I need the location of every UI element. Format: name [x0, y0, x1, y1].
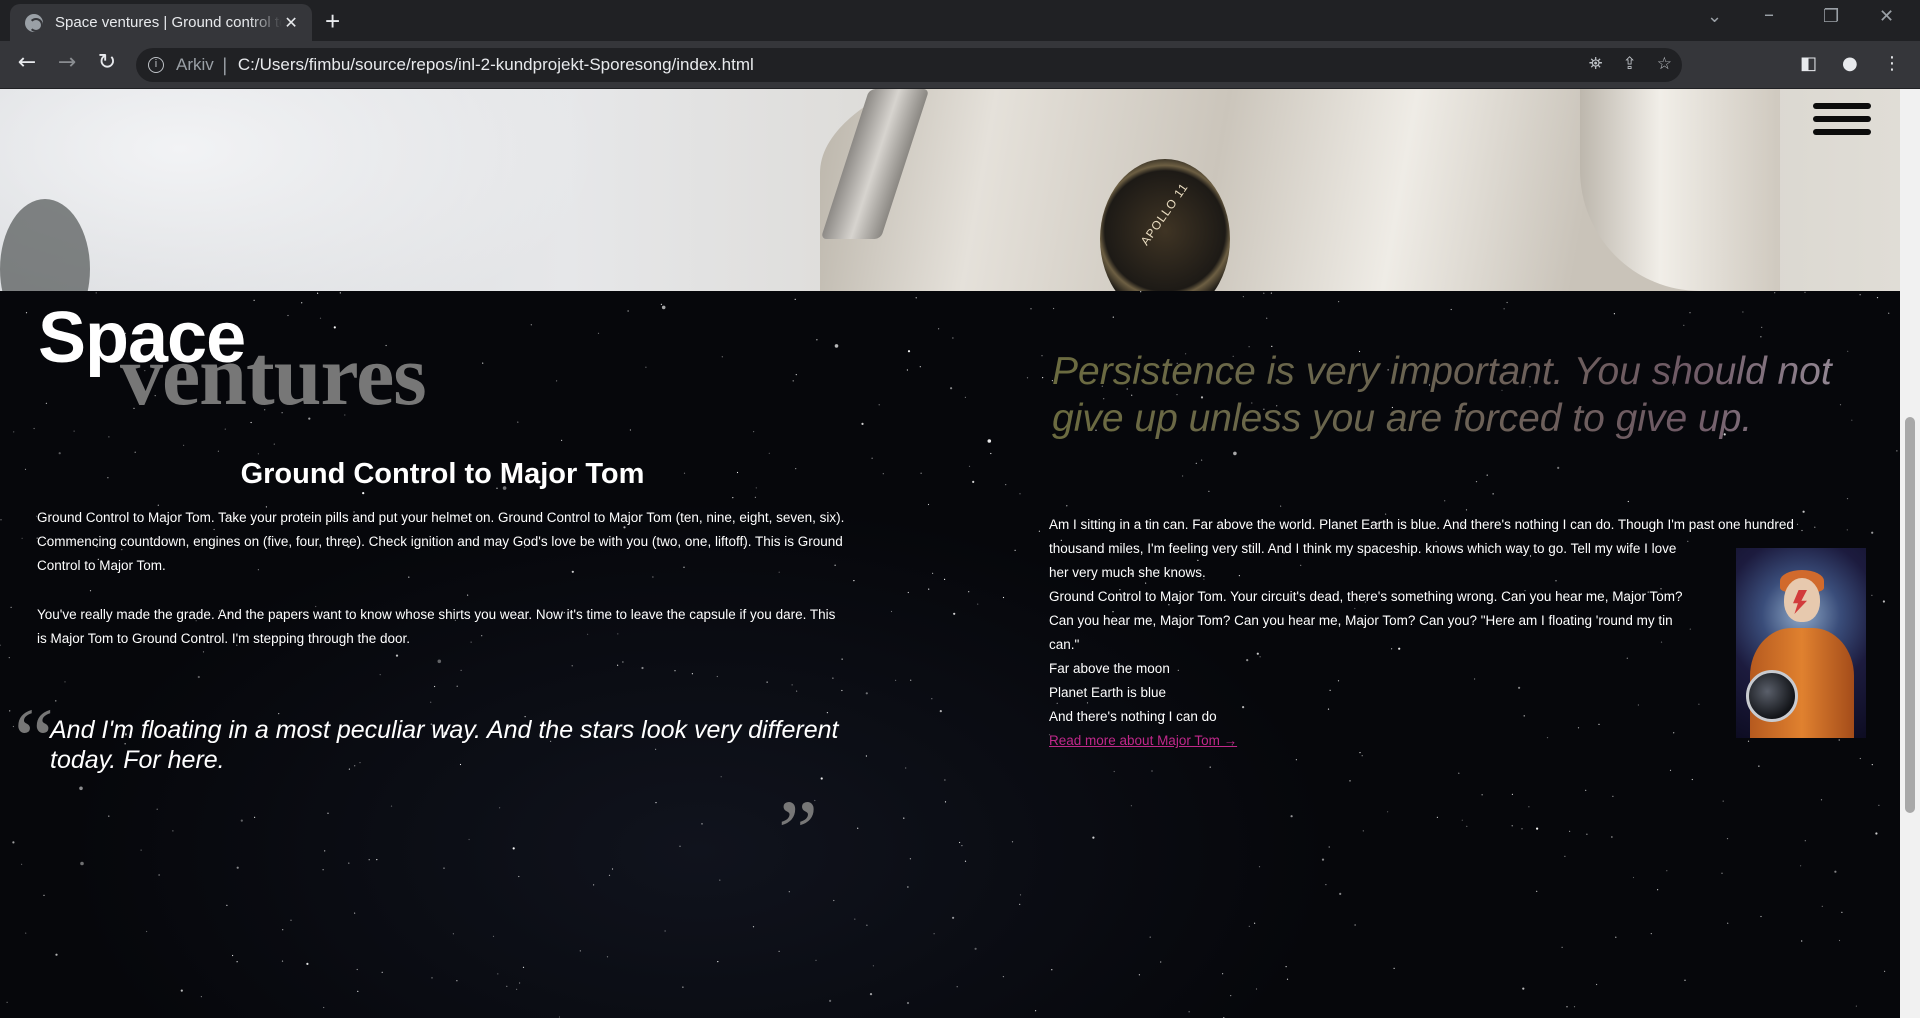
page-viewport: APOLLO 11 ventures Space Persistence is … [0, 89, 1900, 1018]
browser-tab[interactable]: Space ventures | Ground control to Major… [10, 4, 312, 41]
profile-icon[interactable]: ● [1842, 53, 1858, 74]
reload-icon[interactable]: ↻ [93, 50, 121, 75]
close-window-icon[interactable]: ✕ [1879, 6, 1894, 27]
hamburger-menu-icon[interactable] [1813, 103, 1871, 143]
address-bar[interactable]: i Arkiv | C:/Users/fimbu/source/repos/in… [136, 48, 1682, 82]
close-tab-icon[interactable]: ✕ [282, 13, 300, 32]
url-text[interactable]: C:/Users/fimbu/source/repos/inl-2-kundpr… [238, 55, 754, 75]
tab-title: Space ventures | Ground control to Major… [55, 14, 282, 31]
starfield-section: ventures Space Persistence is very impor… [0, 291, 1900, 1018]
page-scrollbar[interactable] [1900, 89, 1920, 1018]
lyrics-line: Far above the moon [1049, 661, 1170, 676]
new-tab-button[interactable]: + [325, 6, 340, 37]
restore-icon[interactable]: ❐ [1823, 6, 1839, 27]
pull-quote: And I'm floating in a most peculiar way.… [50, 716, 839, 774]
lyrics-line: And there's nothing I can do [1049, 709, 1217, 724]
motto-quote: Persistence is very important. You shoul… [1052, 348, 1900, 442]
bookmark-star-icon[interactable]: ☆ [1657, 54, 1672, 74]
open-quote-icon: “ [14, 691, 54, 790]
browser-tab-bar: Space ventures | Ground control to Major… [0, 0, 1920, 41]
forward-icon[interactable]: → [53, 50, 81, 75]
lyrics-line: Am I sitting in a tin can. Far above the… [1049, 517, 1794, 532]
back-icon[interactable]: ← [13, 50, 41, 75]
lyrics-line: thousand miles, I'm feeling very still. … [1049, 541, 1677, 556]
lyrics-line: her very much she knows. [1049, 565, 1206, 580]
major-tom-portrait [1736, 548, 1866, 738]
info-icon[interactable]: i [148, 57, 164, 73]
second-paragraph: You've really made the grade. And the pa… [37, 607, 836, 646]
read-more-link[interactable]: Read more about Major Tom → [1049, 729, 1237, 753]
lyrics-line: can." [1049, 637, 1080, 652]
menu-kebab-icon[interactable]: ⋮ [1883, 53, 1901, 74]
browser-toolbar: ← → ↻ i Arkiv | C:/Users/fimbu/source/re… [0, 41, 1920, 89]
portrait-helmet [1746, 670, 1798, 722]
lyrics-line: Ground Control to Major Tom. Your circui… [1049, 589, 1683, 604]
hero-shadow [0, 199, 90, 291]
address-separator: | [221, 54, 228, 76]
minimize-icon[interactable]: – [1764, 2, 1774, 26]
lyrics-line: Planet Earth is blue [1049, 685, 1167, 700]
intro-paragraph: Ground Control to Major Tom. Take your p… [37, 510, 845, 573]
side-panel-icon[interactable]: ◧ [1800, 53, 1817, 74]
astronaut-suit [820, 89, 1700, 291]
scrollbar-thumb[interactable] [1905, 417, 1915, 813]
brand-word-space: Space [38, 298, 246, 378]
scheme-label: Arkiv [176, 55, 214, 74]
close-quote-icon: ” [778, 783, 818, 882]
share-icon[interactable]: ⇪ [1623, 54, 1637, 74]
globe-icon [25, 13, 43, 32]
section-title: Ground Control to Major Tom [240, 458, 645, 490]
tab-search-icon[interactable]: ⌄ [1707, 6, 1722, 27]
portrait-face [1784, 578, 1820, 622]
translate-icon[interactable]: ⛯ [1589, 54, 1603, 74]
hero-image: APOLLO 11 [0, 89, 1900, 291]
lyrics-line: Can you hear me, Major Tom? Can you hear… [1049, 613, 1673, 628]
